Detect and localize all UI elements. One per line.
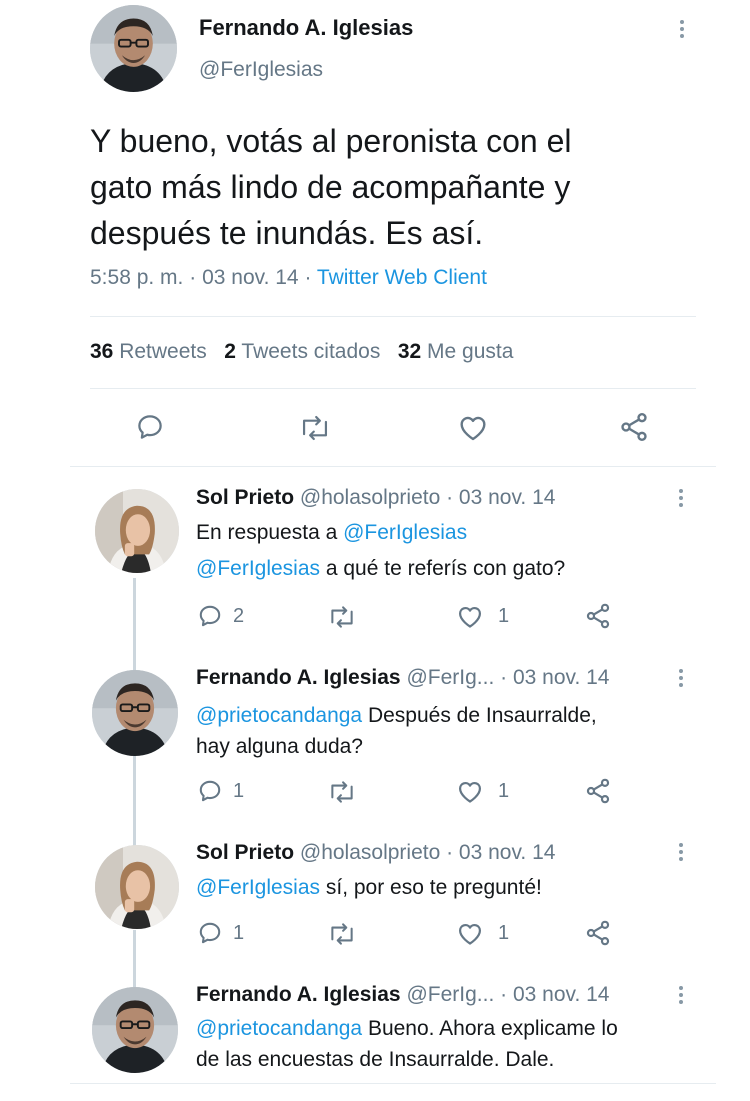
tweet-client[interactable]: Twitter Web Client (317, 266, 487, 289)
mention-link[interactable]: @prietocandanga (196, 1017, 362, 1040)
like-count: 1 (498, 605, 510, 627)
in-reply-to: En respuesta a @FerIglesias (196, 517, 467, 548)
divider (90, 316, 696, 317)
reply-header: Fernando A. Iglesias @FerIg... · 03 nov.… (196, 983, 609, 1007)
reply-text-fragment: Después de Insaurralde, (362, 704, 597, 727)
retweet-icon[interactable] (327, 779, 357, 805)
handle-date[interactable]: @FerIg... · 03 nov. 14 (406, 983, 609, 1006)
separator: · (189, 266, 197, 289)
retweet-icon[interactable] (298, 413, 332, 443)
share-icon[interactable] (584, 602, 612, 630)
divider (70, 1083, 716, 1084)
reply-text: @FerIglesias sí, por eso te pregunté! (196, 872, 542, 903)
separator: · (304, 266, 312, 289)
reply-icon[interactable] (135, 412, 165, 442)
reply-count: 1 (233, 780, 245, 802)
more-options-icon[interactable] (678, 489, 684, 510)
share-icon[interactable] (618, 411, 650, 443)
author-name[interactable]: Sol Prieto (196, 486, 294, 509)
retweet-icon[interactable] (327, 921, 357, 947)
share-icon[interactable] (584, 919, 612, 947)
retweets-stat[interactable]: 36 Retweets (90, 340, 213, 363)
reply-icon[interactable] (197, 778, 223, 804)
mention-link[interactable]: @FerIglesias (196, 557, 320, 580)
reply-text-line: de las encuestas de Insaurralde. Dale. (196, 1048, 555, 1071)
avatar[interactable] (95, 845, 179, 929)
tweet-text-line: después te inundás. Es así. (90, 215, 484, 251)
divider (70, 466, 716, 467)
reply-count: 1 (233, 922, 245, 944)
like-icon[interactable] (456, 920, 484, 946)
handle-date[interactable]: @FerIg... · 03 nov. 14 (406, 666, 609, 689)
more-options-icon[interactable] (678, 669, 684, 690)
likes-label: Me gusta (427, 340, 514, 363)
thread-line (133, 930, 136, 987)
handle-date[interactable]: @holasolprieto · 03 nov. 14 (300, 486, 556, 509)
reply-text: @FerIglesias a qué te referís con gato? (196, 553, 565, 584)
avatar[interactable] (95, 489, 179, 573)
retweet-icon[interactable] (327, 604, 357, 630)
author-name[interactable]: Sol Prieto (196, 841, 294, 864)
tweet-text: Y bueno, votás al peronista con el gato … (90, 118, 690, 256)
tweet-stats: 36 Retweets 2 Tweets citados 32 Me gusta (90, 340, 513, 364)
avatar[interactable] (92, 987, 178, 1073)
tweet-time[interactable]: 5:58 p. m. (90, 266, 183, 289)
handle-date[interactable]: @holasolprieto · 03 nov. 14 (300, 841, 556, 864)
retweets-label: Retweets (119, 340, 207, 363)
more-options-icon[interactable] (678, 843, 684, 864)
divider (90, 388, 696, 389)
quotes-stat[interactable]: 2 Tweets citados (224, 340, 386, 363)
mention-link[interactable]: @prietocandanga (196, 704, 362, 727)
tweet-meta: 5:58 p. m. · 03 nov. 14 · Twitter Web Cl… (90, 266, 487, 290)
author-handle[interactable]: @FerIglesias (199, 58, 323, 82)
like-icon[interactable] (456, 603, 484, 629)
mention-link[interactable]: @FerIglesias (343, 521, 467, 544)
reply-text: @prietocandanga Bueno. Ahora explicame l… (196, 1013, 618, 1075)
reply-icon[interactable] (197, 920, 223, 946)
author-name[interactable]: Fernando A. Iglesias (196, 666, 401, 689)
reply-text-line: a qué te referís con gato? (320, 557, 566, 580)
author-name[interactable]: Fernando A. Iglesias (196, 983, 401, 1006)
tweet-text-line: gato más lindo de acompañante y (90, 169, 571, 205)
avatar[interactable] (92, 670, 178, 756)
reply-text-line: hay alguna duda? (196, 735, 363, 758)
reply-header: Fernando A. Iglesias @FerIg... · 03 nov.… (196, 666, 609, 690)
reply-count: 2 (233, 605, 245, 627)
retweets-count: 36 (90, 340, 114, 363)
quotes-count: 2 (224, 340, 236, 363)
like-count: 1 (498, 780, 510, 802)
thread-line (133, 578, 136, 677)
mention-link[interactable]: @FerIglesias (196, 876, 320, 899)
reply-text-line: sí, por eso te pregunté! (320, 876, 542, 899)
like-count: 1 (498, 922, 510, 944)
reply-header: Sol Prieto @holasolprieto · 03 nov. 14 (196, 841, 555, 865)
more-options-icon[interactable] (679, 20, 685, 41)
reply-header: Sol Prieto @holasolprieto · 03 nov. 14 (196, 486, 555, 510)
like-icon[interactable] (457, 412, 489, 442)
in-reply-prefix: En respuesta a (196, 521, 344, 544)
quotes-label: Tweets citados (241, 340, 381, 363)
likes-stat[interactable]: 32 Me gusta (398, 340, 514, 363)
more-options-icon[interactable] (678, 986, 684, 1007)
reply-text: @prietocandanga Después de Insaurralde, … (196, 700, 597, 762)
reply-text-fragment: Bueno. Ahora explicame lo (362, 1017, 618, 1040)
reply-icon[interactable] (197, 603, 223, 629)
like-icon[interactable] (456, 778, 484, 804)
avatar[interactable] (90, 5, 177, 92)
likes-count: 32 (397, 340, 422, 363)
tweet-date[interactable]: 03 nov. 14 (202, 266, 299, 289)
share-icon[interactable] (584, 777, 612, 805)
reply-text-line: @prietocandanga Bueno. Ahora explicame l… (196, 1013, 618, 1044)
thread-line (133, 755, 136, 850)
tweet-text-line: Y bueno, votás al peronista con el (90, 123, 572, 159)
reply-text-line: @prietocandanga Después de Insaurralde, (196, 700, 597, 731)
author-name[interactable]: Fernando A. Iglesias (199, 15, 413, 41)
